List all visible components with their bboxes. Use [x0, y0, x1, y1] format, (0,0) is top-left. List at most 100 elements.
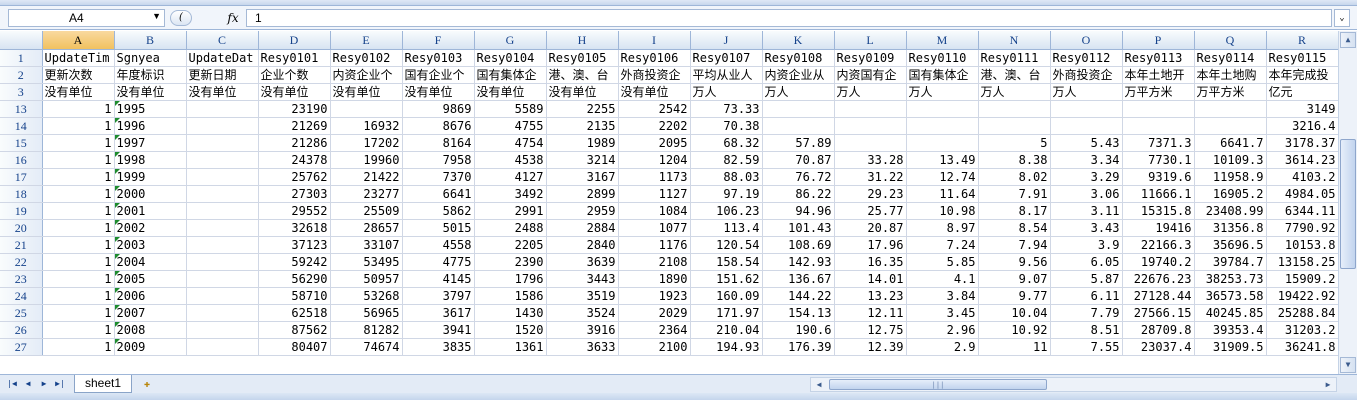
cell-p15[interactable]: 7371.3 — [1122, 134, 1195, 152]
cell-g16[interactable]: 4538 — [474, 151, 547, 169]
cell-o20[interactable]: 3.43 — [1050, 219, 1123, 237]
cell-m2[interactable]: 国有集体企 — [906, 66, 979, 84]
cell-g23[interactable]: 1796 — [474, 270, 547, 288]
cell-p19[interactable]: 15315.8 — [1122, 202, 1195, 220]
cell-d16[interactable]: 24378 — [258, 151, 331, 169]
cell-e15[interactable]: 17202 — [330, 134, 403, 152]
cell-f23[interactable]: 4145 — [402, 270, 475, 288]
cell-e16[interactable]: 19960 — [330, 151, 403, 169]
cell-d25[interactable]: 62518 — [258, 304, 331, 322]
cell-n16[interactable]: 8.38 — [978, 151, 1051, 169]
row-header[interactable]: 1 — [0, 49, 43, 67]
cell-j26[interactable]: 210.04 — [690, 321, 763, 339]
cell-l14[interactable] — [834, 117, 907, 135]
cell-k26[interactable]: 190.6 — [762, 321, 835, 339]
cell-r1[interactable]: Resy0115 — [1266, 49, 1338, 67]
next-sheet-icon[interactable]: ▶ — [38, 377, 50, 391]
cell-k2[interactable]: 内资企业从 — [762, 66, 835, 84]
row-header[interactable]: 26 — [0, 321, 43, 339]
cell-n22[interactable]: 9.56 — [978, 253, 1051, 271]
cell-d14[interactable]: 21269 — [258, 117, 331, 135]
cell-e25[interactable]: 56965 — [330, 304, 403, 322]
cell-p18[interactable]: 11666.1 — [1122, 185, 1195, 203]
cell-o22[interactable]: 6.05 — [1050, 253, 1123, 271]
cell-k24[interactable]: 144.22 — [762, 287, 835, 305]
cell-h18[interactable]: 2899 — [546, 185, 619, 203]
cell-r14[interactable]: 3216.4 — [1266, 117, 1338, 135]
row-header[interactable]: 27 — [0, 338, 43, 356]
row-header[interactable]: 2 — [0, 66, 43, 84]
row-header[interactable]: 14 — [0, 117, 43, 135]
cell-b23[interactable]: 2005 — [114, 270, 187, 288]
cell-n25[interactable]: 10.04 — [978, 304, 1051, 322]
cell-m22[interactable]: 5.85 — [906, 253, 979, 271]
cell-i19[interactable]: 1084 — [618, 202, 691, 220]
cell-q14[interactable] — [1194, 117, 1267, 135]
cell-l16[interactable]: 33.28 — [834, 151, 907, 169]
cell-a19[interactable]: 1 — [42, 202, 115, 220]
formula-cancel-icon[interactable]: ( — [170, 10, 192, 26]
cell-b14[interactable]: 1996 — [114, 117, 187, 135]
cell-n2[interactable]: 港、澳、台 — [978, 66, 1051, 84]
cell-i22[interactable]: 2108 — [618, 253, 691, 271]
cell-e20[interactable]: 28657 — [330, 219, 403, 237]
cell-q13[interactable] — [1194, 100, 1267, 118]
cell-h22[interactable]: 3639 — [546, 253, 619, 271]
cell-f20[interactable]: 5015 — [402, 219, 475, 237]
cell-q2[interactable]: 本年土地购 — [1194, 66, 1267, 84]
cell-c16[interactable] — [186, 151, 259, 169]
cell-q17[interactable]: 11958.9 — [1194, 168, 1267, 186]
cell-g19[interactable]: 2991 — [474, 202, 547, 220]
cell-a27[interactable]: 1 — [42, 338, 115, 356]
cell-r16[interactable]: 3614.23 — [1266, 151, 1338, 169]
cell-r24[interactable]: 19422.92 — [1266, 287, 1338, 305]
cell-g20[interactable]: 2488 — [474, 219, 547, 237]
cell-r23[interactable]: 15909.2 — [1266, 270, 1338, 288]
cell-f19[interactable]: 5862 — [402, 202, 475, 220]
column-header-r[interactable]: R — [1266, 31, 1338, 50]
row-header[interactable]: 19 — [0, 202, 43, 220]
cell-e18[interactable]: 23277 — [330, 185, 403, 203]
cell-p2[interactable]: 本年土地开 — [1122, 66, 1195, 84]
cell-m17[interactable]: 12.74 — [906, 168, 979, 186]
cell-c23[interactable] — [186, 270, 259, 288]
cell-a15[interactable]: 1 — [42, 134, 115, 152]
cell-k1[interactable]: Resy0108 — [762, 49, 835, 67]
cell-m25[interactable]: 3.45 — [906, 304, 979, 322]
cell-i20[interactable]: 1077 — [618, 219, 691, 237]
cell-l26[interactable]: 12.75 — [834, 321, 907, 339]
cell-m19[interactable]: 10.98 — [906, 202, 979, 220]
column-header-b[interactable]: B — [114, 31, 187, 50]
cell-n15[interactable]: 5 — [978, 134, 1051, 152]
cell-n24[interactable]: 9.77 — [978, 287, 1051, 305]
cell-q3[interactable]: 万平方米 — [1194, 83, 1267, 101]
cell-q1[interactable]: Resy0114 — [1194, 49, 1267, 67]
cell-q26[interactable]: 39353.4 — [1194, 321, 1267, 339]
cell-r27[interactable]: 36241.8 — [1266, 338, 1338, 356]
cell-j21[interactable]: 120.54 — [690, 236, 763, 254]
cell-b16[interactable]: 1998 — [114, 151, 187, 169]
cell-f27[interactable]: 3835 — [402, 338, 475, 356]
prev-sheet-icon[interactable]: ◀ — [22, 377, 34, 391]
cell-o26[interactable]: 8.51 — [1050, 321, 1123, 339]
scroll-down-icon[interactable]: ▼ — [1340, 357, 1356, 373]
cell-a1[interactable]: UpdateTim — [42, 49, 115, 67]
column-header-n[interactable]: N — [978, 31, 1051, 50]
column-header-l[interactable]: L — [834, 31, 907, 50]
cell-h21[interactable]: 2840 — [546, 236, 619, 254]
cell-i25[interactable]: 2029 — [618, 304, 691, 322]
cell-h15[interactable]: 1989 — [546, 134, 619, 152]
scroll-right-icon[interactable]: ▶ — [1321, 378, 1335, 391]
cell-b15[interactable]: 1997 — [114, 134, 187, 152]
cell-m24[interactable]: 3.84 — [906, 287, 979, 305]
cell-o25[interactable]: 7.79 — [1050, 304, 1123, 322]
column-header-i[interactable]: I — [618, 31, 691, 50]
cell-a24[interactable]: 1 — [42, 287, 115, 305]
cell-k16[interactable]: 70.87 — [762, 151, 835, 169]
column-header-f[interactable]: F — [402, 31, 475, 50]
cell-p3[interactable]: 万平方米 — [1122, 83, 1195, 101]
cell-g14[interactable]: 4755 — [474, 117, 547, 135]
cell-c13[interactable] — [186, 100, 259, 118]
cell-a2[interactable]: 更新次数 — [42, 66, 115, 84]
cell-q15[interactable]: 6641.7 — [1194, 134, 1267, 152]
